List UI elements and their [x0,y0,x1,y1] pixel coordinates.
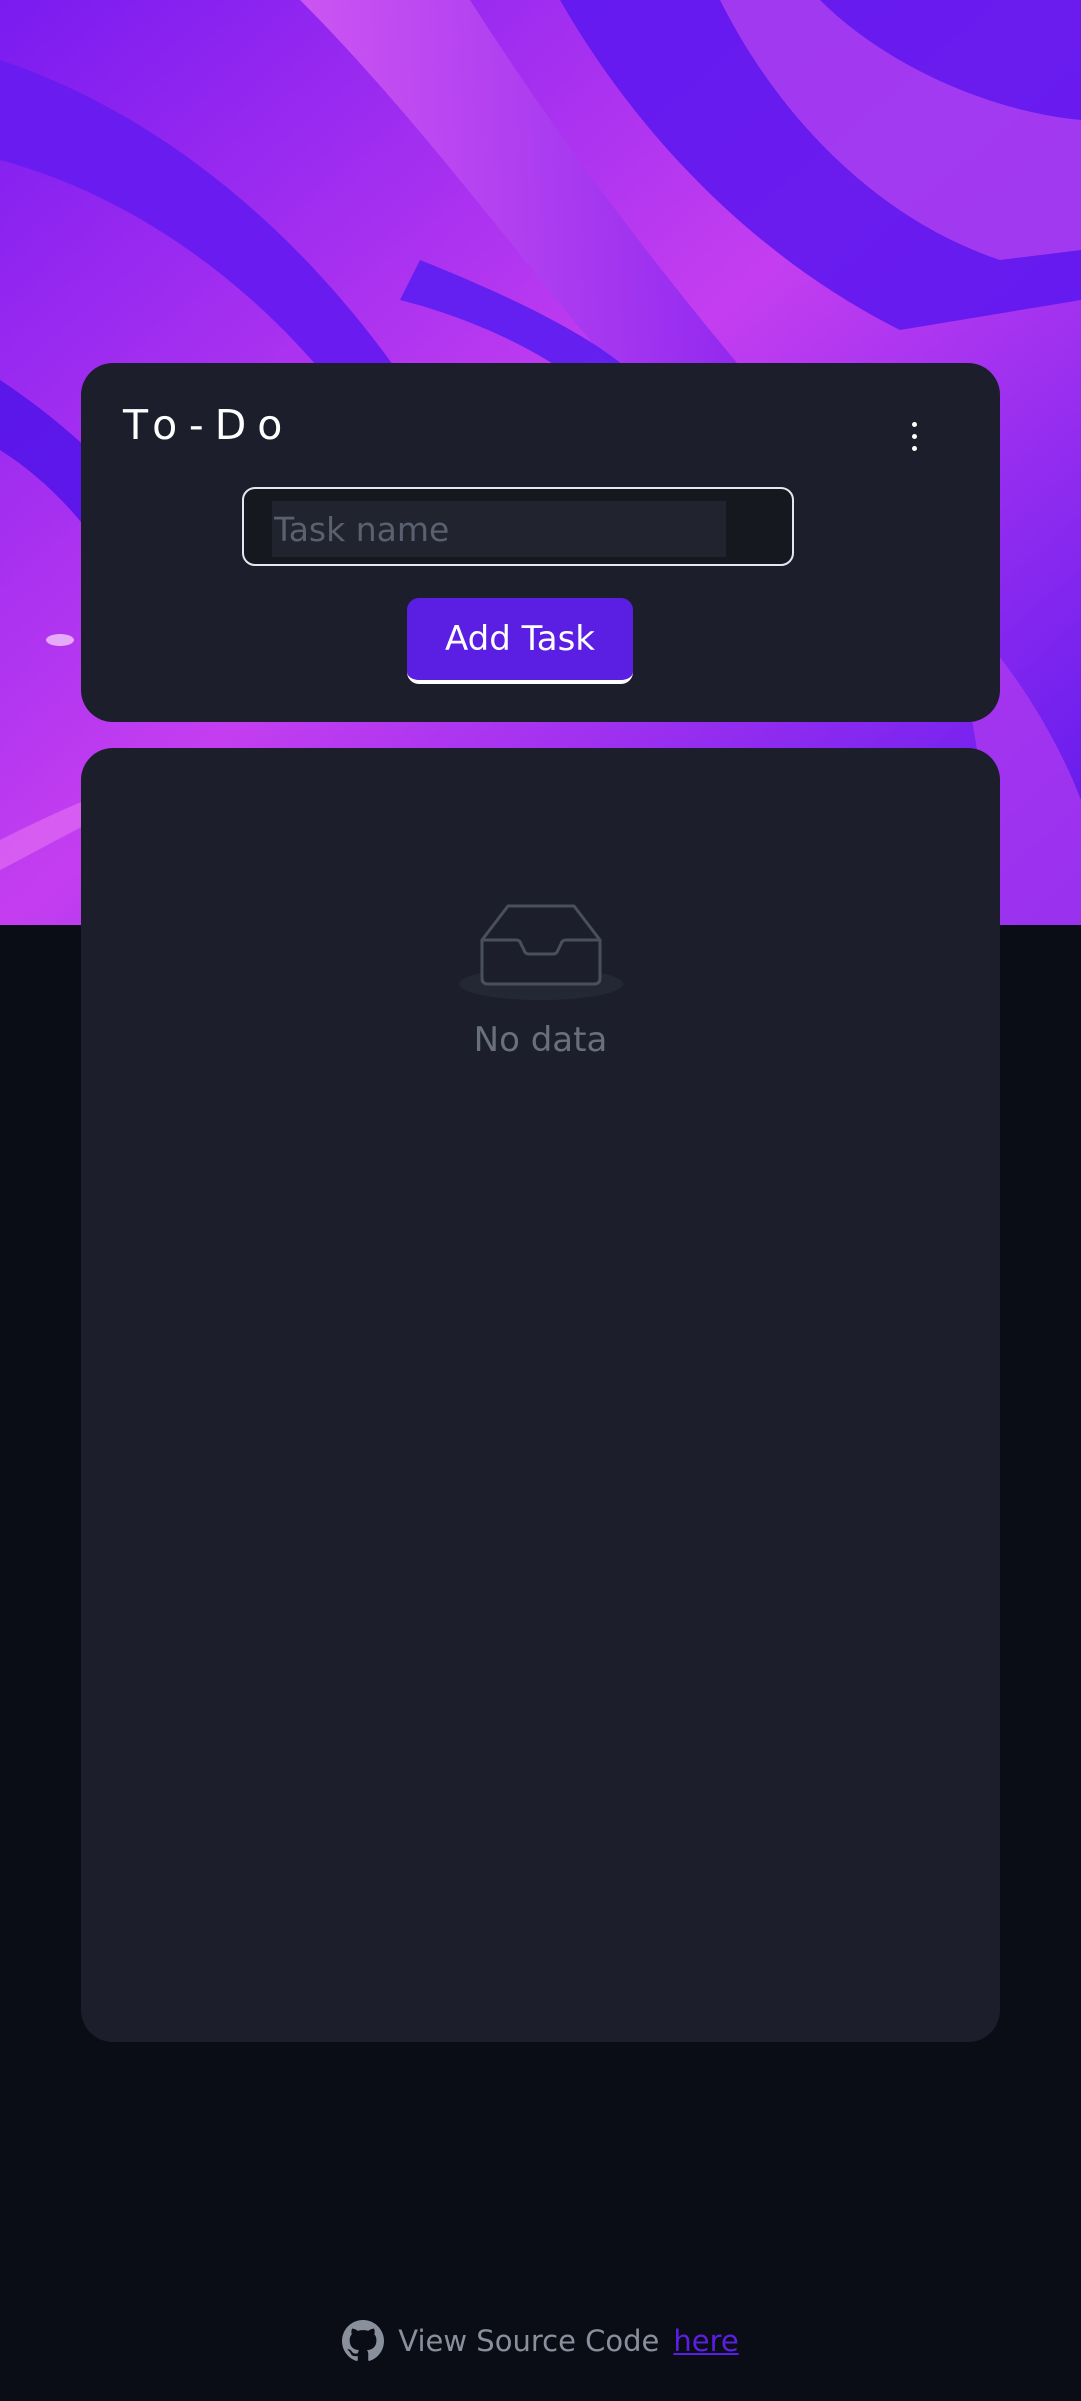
header-card: To-Do Add Task [81,363,1000,722]
task-input-frame [242,487,794,566]
app-title: To-Do [123,401,294,449]
footer: View Source Code here [0,2316,1081,2366]
add-task-button[interactable]: Add Task [407,598,633,684]
source-code-link[interactable]: here [673,2324,738,2358]
empty-inbox-icon [458,904,623,1000]
footer-text: View Source Code [398,2324,660,2358]
empty-state: No data [81,892,1000,1060]
more-vertical-icon [911,421,917,427]
task-list-card: No data [81,748,1000,2042]
github-icon [342,2320,385,2361]
task-name-input[interactable] [272,501,726,557]
more-vertical-icon-dot [911,445,917,451]
empty-state-text: No data [473,1020,608,1060]
more-vertical-icon-dot [911,433,917,439]
more-options-button[interactable] [891,413,937,459]
